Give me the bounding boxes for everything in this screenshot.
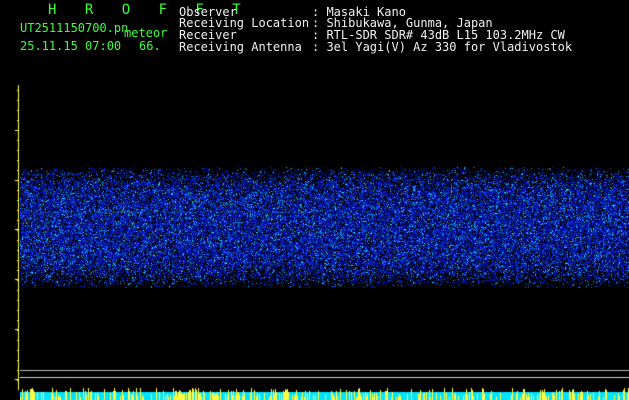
spectrogram: [20, 75, 629, 400]
datetime: 25.11.15 07:00: [20, 39, 122, 53]
frequency-scale: [0, 75, 20, 400]
file-name: UT2511150700.pn: [20, 21, 129, 35]
file-suffix: meteor: [124, 26, 168, 40]
count: 66.: [139, 39, 161, 53]
antenna-label: Receiving Antenna: [179, 40, 302, 54]
antenna-value: : 3el Yagi(V) Az 330 for Vladivostok: [312, 40, 573, 54]
